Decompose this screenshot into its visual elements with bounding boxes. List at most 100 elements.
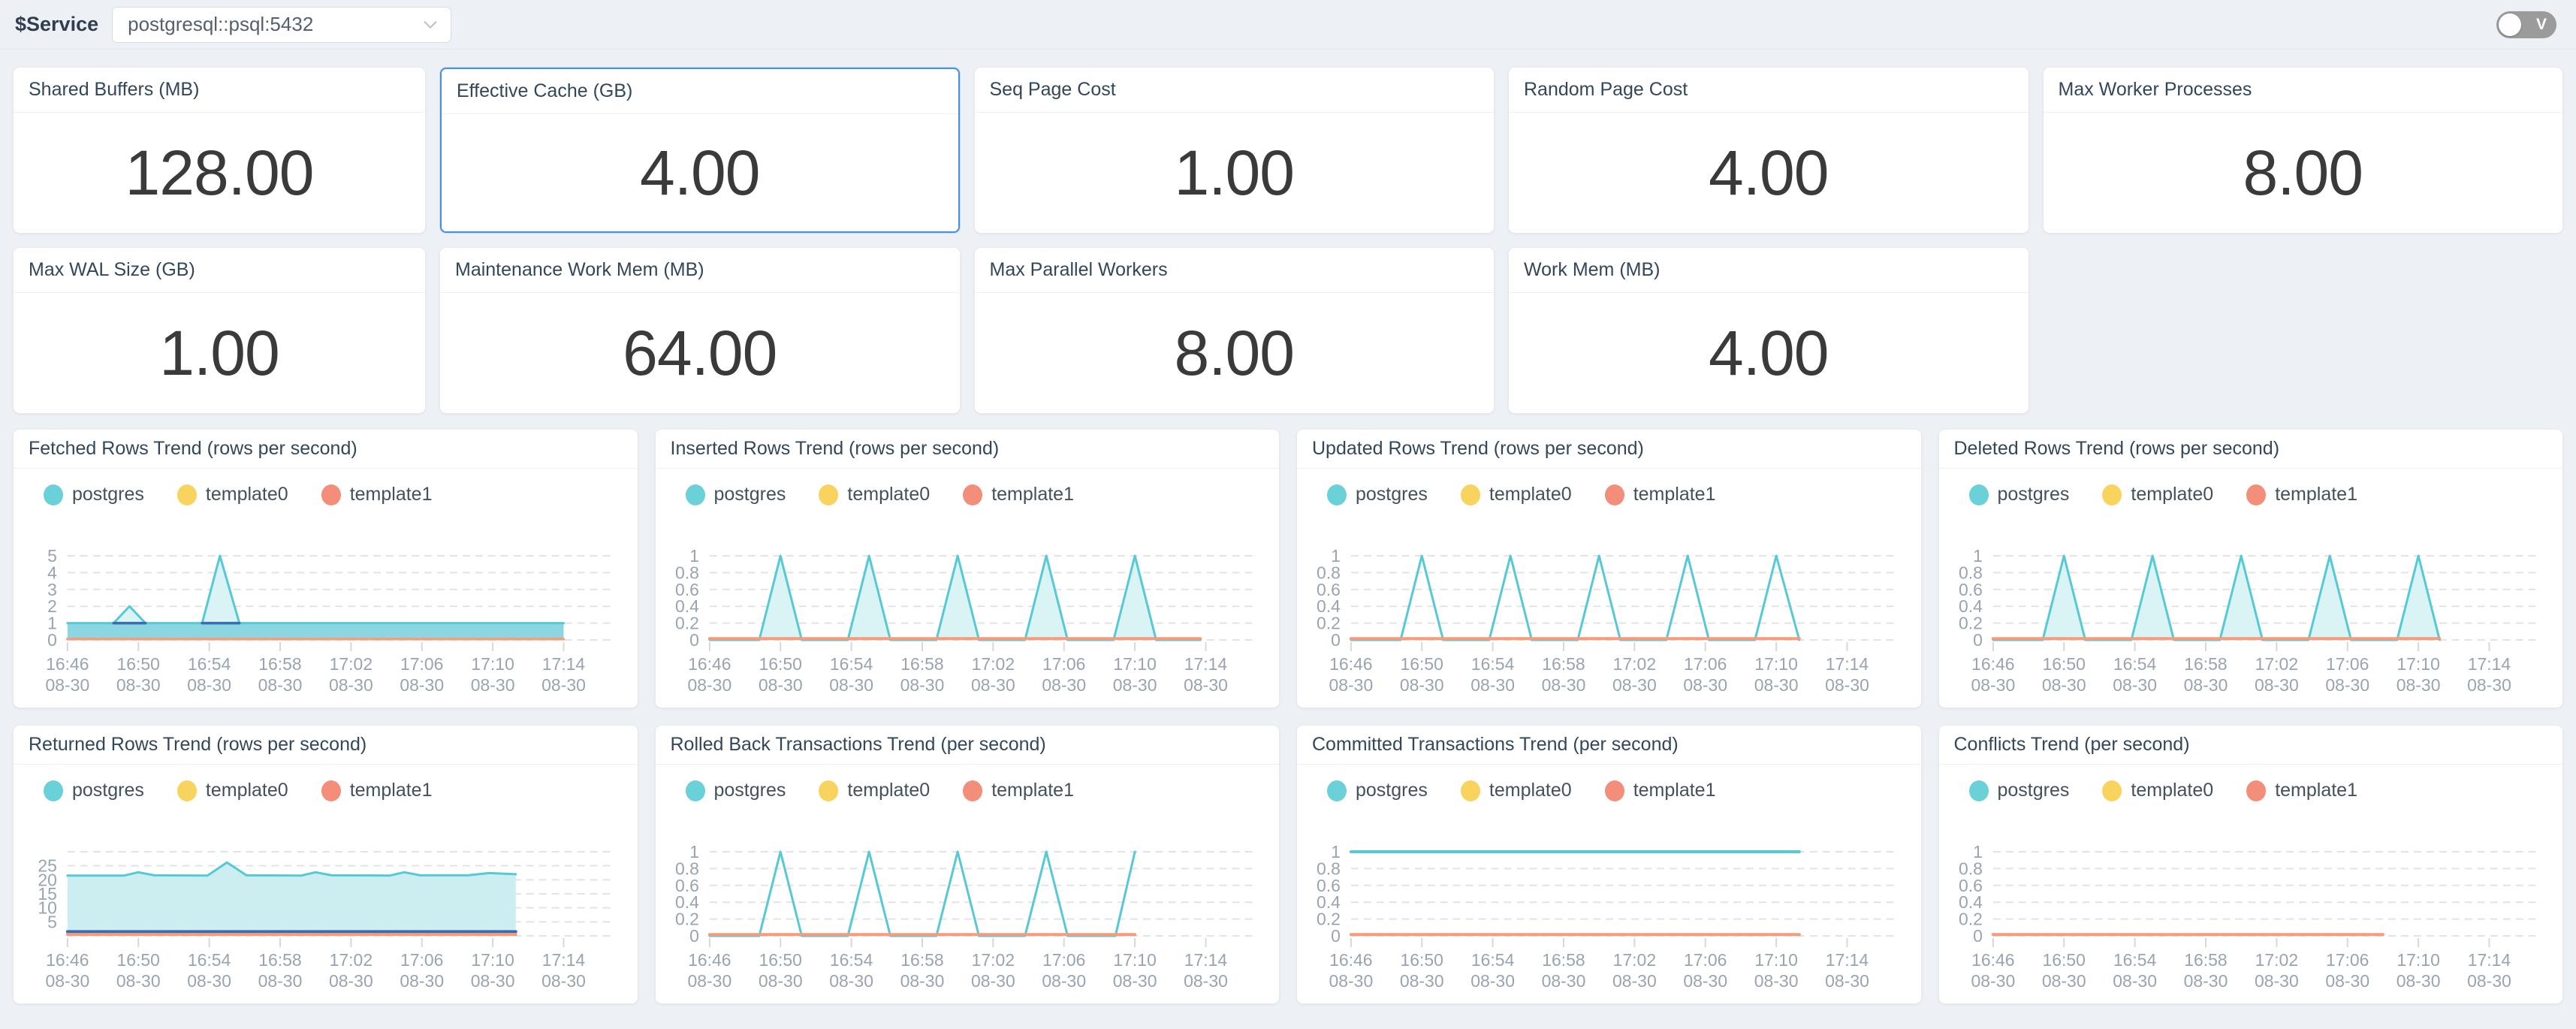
- stat-card-effective-cache[interactable]: Effective Cache (GB) 4.00: [440, 68, 960, 233]
- svg-text:17:02: 17:02: [330, 950, 373, 970]
- legend-item-template1[interactable]: template1: [321, 780, 433, 801]
- legend-dot-icon: [819, 780, 838, 801]
- legend-item-template0[interactable]: template0: [2102, 484, 2213, 505]
- stat-card-seq-page-cost[interactable]: Seq Page Cost 1.00: [975, 68, 1495, 233]
- legend-dot-icon: [1605, 484, 1624, 505]
- svg-text:17:06: 17:06: [1684, 654, 1727, 674]
- legend-item-postgres[interactable]: postgres: [686, 780, 786, 801]
- svg-text:08-30: 08-30: [2041, 971, 2086, 991]
- chart-card-updated-rows[interactable]: Updated Rows Trend (rows per second) pos…: [1297, 430, 1921, 708]
- view-toggle[interactable]: V: [2496, 11, 2556, 38]
- stat-card-max-worker-processes[interactable]: Max Worker Processes 8.00: [2044, 68, 2563, 233]
- svg-text:08-30: 08-30: [1329, 971, 1374, 991]
- svg-text:0: 0: [689, 926, 699, 946]
- stat-title: Effective Cache (GB): [442, 69, 958, 114]
- svg-text:17:06: 17:06: [2326, 654, 2369, 674]
- stat-card-work-mem[interactable]: Work Mem (MB) 4.00: [1509, 248, 2029, 413]
- svg-text:08-30: 08-30: [471, 675, 515, 695]
- svg-text:17:10: 17:10: [1754, 654, 1797, 674]
- legend-item-template0[interactable]: template0: [1461, 780, 1572, 801]
- service-select[interactable]: postgresql::psql:5432: [112, 7, 451, 43]
- svg-text:1: 1: [1973, 546, 1983, 566]
- chart-legend: postgres template0 template1: [686, 484, 1280, 505]
- svg-text:08-30: 08-30: [46, 971, 90, 991]
- legend-item-template0[interactable]: template0: [177, 780, 288, 801]
- svg-text:16:46: 16:46: [688, 950, 731, 970]
- stat-card-max-parallel-workers[interactable]: Max Parallel Workers 8.00: [975, 248, 1495, 413]
- svg-text:16:54: 16:54: [829, 654, 873, 674]
- legend-item-template1[interactable]: template1: [2246, 780, 2357, 801]
- svg-text:0: 0: [1973, 926, 1983, 946]
- stat-card-shared-buffers[interactable]: Shared Buffers (MB) 128.00: [14, 68, 425, 233]
- svg-text:08-30: 08-30: [46, 675, 90, 695]
- svg-text:16:50: 16:50: [1401, 654, 1443, 674]
- legend-item-postgres[interactable]: postgres: [1969, 780, 2070, 801]
- legend-item-template1[interactable]: template1: [1605, 780, 1716, 801]
- updated-rows-chart: 00.20.40.60.8116:4608-3016:5008-3016:540…: [1297, 527, 1921, 708]
- svg-text:08-30: 08-30: [2113, 971, 2157, 991]
- legend-dot-icon: [44, 484, 63, 505]
- chart-card-returned-rows[interactable]: Returned Rows Trend (rows per second) po…: [14, 726, 638, 1003]
- svg-text:08-30: 08-30: [758, 971, 802, 991]
- svg-text:17:10: 17:10: [471, 950, 514, 970]
- topbar: $Service postgresql::psql:5432 V: [0, 0, 2576, 50]
- legend-item-template0[interactable]: template0: [177, 484, 288, 505]
- legend-item-postgres[interactable]: postgres: [1327, 484, 1428, 505]
- chart-card-deleted-rows[interactable]: Deleted Rows Trend (rows per second) pos…: [1939, 430, 2563, 708]
- svg-text:16:54: 16:54: [188, 654, 231, 674]
- legend-item-template0[interactable]: template0: [819, 484, 930, 505]
- legend-dot-icon: [177, 780, 197, 801]
- svg-text:16:50: 16:50: [117, 950, 160, 970]
- legend-label: template1: [991, 484, 1074, 505]
- legend-item-template0[interactable]: template0: [2102, 780, 2213, 801]
- legend-item-template1[interactable]: template1: [963, 780, 1074, 801]
- svg-text:17:02: 17:02: [971, 950, 1014, 970]
- stat-card-maintenance-work-mem[interactable]: Maintenance Work Mem (MB) 64.00: [440, 248, 960, 413]
- stat-title: Max Parallel Workers: [975, 248, 1495, 293]
- legend-label: template0: [847, 780, 930, 801]
- chevron-down-icon: [422, 17, 439, 33]
- legend-label: template0: [206, 780, 288, 801]
- svg-text:08-30: 08-30: [2255, 675, 2299, 695]
- legend-item-postgres[interactable]: postgres: [1327, 780, 1428, 801]
- svg-text:08-30: 08-30: [258, 971, 303, 991]
- svg-text:0.4: 0.4: [1958, 892, 1982, 912]
- legend-item-template0[interactable]: template0: [819, 780, 930, 801]
- stat-value: 4.00: [442, 114, 958, 231]
- legend-item-template1[interactable]: template1: [963, 484, 1074, 505]
- legend-item-template1[interactable]: template1: [321, 484, 433, 505]
- chart-card-rolled-back-transactions[interactable]: Rolled Back Transactions Trend (per seco…: [656, 726, 1280, 1003]
- chart-card-conflicts[interactable]: Conflicts Trend (per second) postgrestem…: [1939, 726, 2563, 1003]
- legend-item-template1[interactable]: template1: [2246, 484, 2357, 505]
- stat-value: 8.00: [975, 293, 1495, 413]
- svg-text:08-30: 08-30: [1184, 971, 1228, 991]
- svg-text:08-30: 08-30: [1112, 675, 1157, 695]
- svg-text:0.2: 0.2: [1317, 614, 1341, 633]
- legend-item-postgres[interactable]: postgres: [44, 484, 144, 505]
- svg-text:1: 1: [689, 546, 699, 566]
- legend-item-template0[interactable]: template0: [1461, 484, 1572, 505]
- svg-text:08-30: 08-30: [1971, 675, 2015, 695]
- svg-text:0.6: 0.6: [674, 580, 698, 599]
- legend-item-postgres[interactable]: postgres: [686, 484, 786, 505]
- legend-item-postgres[interactable]: postgres: [1969, 484, 2070, 505]
- chart-title: Fetched Rows Trend (rows per second): [14, 430, 638, 469]
- stat-title: Max WAL Size (GB): [14, 248, 425, 293]
- svg-text:16:50: 16:50: [2042, 950, 2085, 970]
- legend-label: template0: [2131, 484, 2213, 505]
- legend-item-template1[interactable]: template1: [1605, 484, 1716, 505]
- series-line-postgres: [1351, 556, 1799, 640]
- svg-text:08-30: 08-30: [971, 971, 1015, 991]
- svg-text:16:54: 16:54: [1471, 950, 1515, 970]
- chart-card-inserted-rows[interactable]: Inserted Rows Trend (rows per second) po…: [656, 430, 1280, 708]
- legend-item-postgres[interactable]: postgres: [44, 780, 144, 801]
- svg-text:17:06: 17:06: [400, 950, 443, 970]
- chart-card-committed-transactions[interactable]: Committed Transactions Trend (per second…: [1297, 726, 1921, 1003]
- chart-card-fetched-rows[interactable]: Fetched Rows Trend (rows per second) pos…: [14, 430, 638, 708]
- stat-card-max-wal-size[interactable]: Max WAL Size (GB) 1.00: [14, 248, 425, 413]
- legend-dot-icon: [686, 780, 705, 801]
- svg-text:08-30: 08-30: [2183, 675, 2228, 695]
- stat-card-random-page-cost[interactable]: Random Page Cost 4.00: [1509, 68, 2029, 233]
- svg-text:2: 2: [47, 596, 57, 616]
- svg-text:08-30: 08-30: [1184, 675, 1228, 695]
